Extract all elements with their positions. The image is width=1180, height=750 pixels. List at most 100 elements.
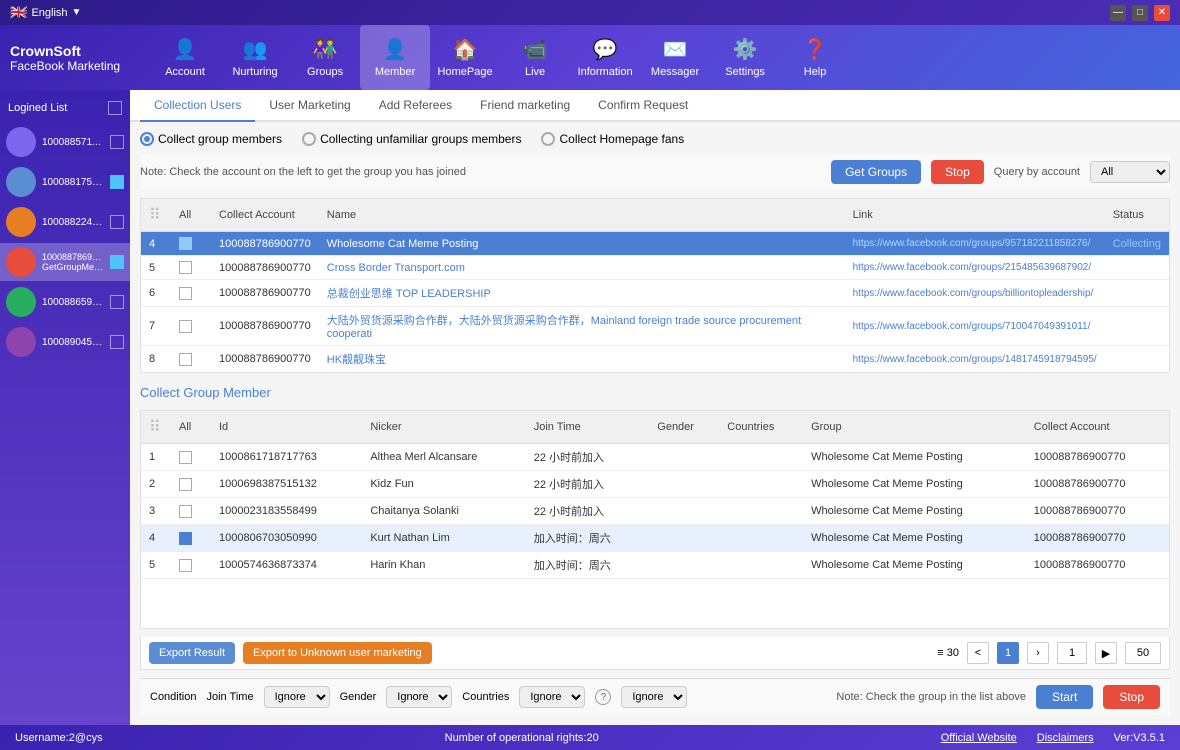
- groups-row-0[interactable]: 4 100088786900770 Wholesome Cat Meme Pos…: [141, 232, 1169, 256]
- help-icon: ❓: [803, 37, 828, 62]
- radio-collect-homepage[interactable]: Collect Homepage fans: [541, 132, 684, 146]
- maximize-button[interactable]: □: [1132, 5, 1148, 21]
- per-page-input[interactable]: [1125, 642, 1161, 664]
- sidebar-item-4[interactable]: 100088659196250: [0, 283, 130, 321]
- members-row-join-1: 22 小时前加入: [526, 471, 650, 498]
- members-row-check-0[interactable]: [171, 444, 211, 471]
- tab-friend-marketing[interactable]: Friend marketing: [466, 90, 584, 122]
- groups-row-2[interactable]: 6 100088786900770 总裁创业思维 TOP LEADERSHIP …: [141, 280, 1169, 307]
- nav-label-member: Member: [375, 66, 415, 78]
- sidebar-check-5[interactable]: [110, 335, 124, 349]
- avatar-2: [6, 207, 36, 237]
- groups-row-check-4[interactable]: [171, 346, 211, 373]
- nav-item-messager[interactable]: ✉️ Messager: [640, 25, 710, 90]
- nav-item-nurturing[interactable]: 👥 Nurturing: [220, 25, 290, 90]
- pagination-input[interactable]: [1057, 642, 1087, 664]
- lang-selector[interactable]: 🇬🇧 English ▼: [10, 4, 81, 21]
- statusbar-username: Username:2@cys: [15, 732, 103, 744]
- groups-row-check-3[interactable]: [171, 307, 211, 346]
- nav-item-information[interactable]: 💬 Information: [570, 25, 640, 90]
- groups-row-check-0[interactable]: [171, 232, 211, 256]
- members-row-1[interactable]: 2 1000698387515132 Kidz Fun 22 小时前加入 Who…: [141, 471, 1169, 498]
- groups-row-3[interactable]: 7 100088786900770 大陆外贸货源采购合作群，大陆外贸货源采购合作…: [141, 307, 1169, 346]
- ignore-select[interactable]: Ignore: [621, 686, 687, 708]
- nav-item-homepage[interactable]: 🏠 HomePage: [430, 25, 500, 90]
- radio-collecting-unfamiliar[interactable]: Collecting unfamiliar groups members: [302, 132, 521, 146]
- tab-user-marketing[interactable]: User Marketing: [255, 90, 364, 122]
- main-layout: Logined List 100088571118706 10008817555…: [0, 90, 1180, 725]
- lang-chevron-icon[interactable]: ▼: [72, 7, 82, 18]
- pagination-last[interactable]: ▶: [1095, 642, 1117, 664]
- groups-row-1[interactable]: 5 100088786900770 Cross Border Transport…: [141, 256, 1169, 280]
- groups-row-name-1: Cross Border Transport.com: [319, 256, 845, 280]
- get-groups-button[interactable]: Get Groups: [831, 160, 921, 184]
- tab-confirm-request[interactable]: Confirm Request: [584, 90, 702, 122]
- groups-row-status-0: Collecting: [1105, 232, 1169, 256]
- sidebar-check-0[interactable]: [110, 135, 124, 149]
- members-row-0[interactable]: 1 1000861718717763 Althea Merl Alcansare…: [141, 444, 1169, 471]
- sidebar-check-4[interactable]: [110, 295, 124, 309]
- radio-label-2: Collect Homepage fans: [559, 132, 684, 146]
- groups-row-check-1[interactable]: [171, 256, 211, 280]
- join-time-select[interactable]: Ignore: [264, 686, 330, 708]
- stop-button-bottom[interactable]: Stop: [1103, 685, 1160, 709]
- statusbar-disclaimers[interactable]: Disclaimers: [1037, 732, 1094, 744]
- gender-select[interactable]: Ignore: [386, 686, 452, 708]
- members-row-check-1[interactable]: [171, 471, 211, 498]
- messager-icon: ✉️: [663, 37, 688, 62]
- members-th-countries: Countries: [719, 411, 803, 444]
- radio-collect-group-members[interactable]: Collect group members: [140, 132, 282, 146]
- tab-add-referees[interactable]: Add Referees: [365, 90, 466, 122]
- tab-collection-users[interactable]: Collection Users: [140, 90, 255, 122]
- sidebar-all-check[interactable]: [108, 101, 122, 115]
- members-row-id-3: 1000806703050990: [211, 525, 362, 552]
- members-row-4[interactable]: 5 1000574636873374 Harin Khan 加入时间：周六 Wh…: [141, 552, 1169, 579]
- members-row-id-2: 1000023183558499: [211, 498, 362, 525]
- sidebar-item-5[interactable]: 100089045229157: [0, 323, 130, 361]
- groups-row-link-3[interactable]: https://www.facebook.com/groups/71004704…: [845, 307, 1105, 346]
- members-drag-icon: ⠿: [149, 419, 161, 436]
- members-row-check-2[interactable]: [171, 498, 211, 525]
- query-account-select[interactable]: All: [1090, 161, 1170, 183]
- export-result-button[interactable]: Export Result: [149, 642, 235, 664]
- sidebar-item-0[interactable]: 100088571118706: [0, 123, 130, 161]
- sidebar-item-1[interactable]: 100088175559538: [0, 163, 130, 201]
- sidebar-check-1[interactable]: [110, 175, 124, 189]
- sidebar-check-2[interactable]: [110, 215, 124, 229]
- nav-item-member[interactable]: 👤 Member: [360, 25, 430, 90]
- start-button[interactable]: Start: [1036, 685, 1093, 709]
- export-unknown-button[interactable]: Export to Unknown user marketing: [243, 642, 432, 664]
- close-button[interactable]: ✕: [1154, 5, 1170, 21]
- stop-button-top[interactable]: Stop: [931, 160, 984, 184]
- nav-item-live[interactable]: 📹 Live: [500, 25, 570, 90]
- countries-select[interactable]: Ignore: [519, 686, 585, 708]
- pagination-next[interactable]: ›: [1027, 642, 1049, 664]
- nav-item-help[interactable]: ❓ Help: [780, 25, 850, 90]
- nav-item-groups[interactable]: 👫 Groups: [290, 25, 360, 90]
- nav-item-settings[interactable]: ⚙️ Settings: [710, 25, 780, 90]
- sidebar-item-3[interactable]: 100088786900770GetGroupMember:W...: [0, 243, 130, 281]
- members-row-3[interactable]: 4 1000806703050990 Kurt Nathan Lim 加入时间：…: [141, 525, 1169, 552]
- groups-row-link-0[interactable]: https://www.facebook.com/groups/95718221…: [845, 232, 1105, 256]
- pagination-current[interactable]: 1: [997, 642, 1019, 664]
- members-row-check-3[interactable]: [171, 525, 211, 552]
- avatar-5: [6, 327, 36, 357]
- nav-label-groups: Groups: [307, 66, 343, 78]
- pagination-prev[interactable]: <: [967, 642, 989, 664]
- sidebar-item-2[interactable]: 100088224419481: [0, 203, 130, 241]
- members-row-2[interactable]: 3 1000023183558499 Chaitanya Solanki 22 …: [141, 498, 1169, 525]
- groups-row-link-1[interactable]: https://www.facebook.com/groups/21548563…: [845, 256, 1105, 280]
- groups-row-link-4[interactable]: https://www.facebook.com/groups/14817459…: [845, 346, 1105, 373]
- radio-label-0: Collect group members: [158, 132, 282, 146]
- sidebar-check-3[interactable]: [110, 255, 124, 269]
- members-row-check-4[interactable]: [171, 552, 211, 579]
- nav-item-account[interactable]: 👤 Account: [150, 25, 220, 90]
- groups-row-4[interactable]: 8 100088786900770 HK靓靓珠宝 https://www.fac…: [141, 346, 1169, 373]
- statusbar-official[interactable]: Official Website: [941, 732, 1017, 744]
- groups-row-check-2[interactable]: [171, 280, 211, 307]
- info-icon[interactable]: ?: [595, 689, 611, 705]
- groups-row-link-2[interactable]: https://www.facebook.com/groups/billiont…: [845, 280, 1105, 307]
- minimize-button[interactable]: —: [1110, 5, 1126, 21]
- groups-row-status-1: [1105, 256, 1169, 280]
- groups-row-status-2: [1105, 280, 1169, 307]
